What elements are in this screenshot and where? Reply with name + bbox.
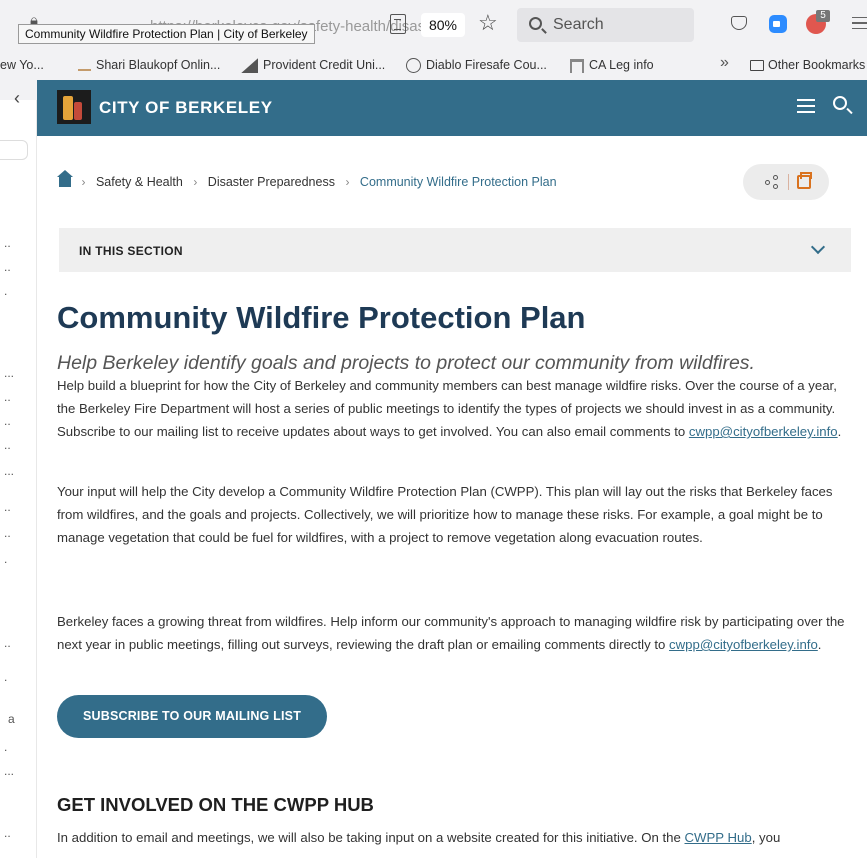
berkeley-logo-icon[interactable] — [57, 90, 91, 124]
browser-menu-icon[interactable] — [852, 17, 867, 29]
adjacent-window-strip: ‹ .. .. . ... .. .. .. ... .. .. . .. . … — [0, 80, 37, 858]
search-icon — [529, 17, 542, 30]
truncated-text: . — [4, 552, 8, 566]
page-title: Community Wildfire Protection Plan — [57, 300, 586, 335]
truncated-text: .. — [4, 500, 11, 514]
page-content: › Safety & Health › Disaster Preparednes… — [37, 136, 867, 858]
back-chevron-icon[interactable]: ‹ — [14, 88, 20, 109]
bookmarks-overflow-button[interactable]: » — [720, 54, 729, 72]
site-icon — [241, 58, 258, 74]
section-label: IN THIS SECTION — [79, 244, 183, 258]
bookmark-item[interactable]: CA Leg info — [570, 58, 654, 73]
globe-icon — [406, 58, 421, 74]
site-header: CITY OF BERKELEY — [37, 80, 867, 136]
truncated-text: .. — [4, 414, 11, 428]
truncated-text: ... — [4, 366, 15, 380]
truncated-text: .. — [4, 526, 11, 540]
folder-icon — [750, 60, 764, 72]
truncated-text: .. — [4, 236, 11, 250]
extension-badge: 5 — [816, 10, 830, 22]
chevron-down-icon — [810, 239, 826, 255]
intro-paragraph: Help build a blueprint for how the City … — [57, 378, 842, 439]
pocket-icon[interactable] — [731, 16, 747, 30]
bookmark-item[interactable]: Provident Credit Uni... — [241, 58, 385, 74]
breadcrumb-disaster-preparedness[interactable]: Disaster Preparedness — [208, 175, 335, 189]
breadcrumb-current: Community Wildfire Protection Plan — [359, 175, 557, 189]
share-icon[interactable] — [765, 175, 779, 189]
truncated-text: .. — [4, 636, 11, 650]
truncated-text: .. — [4, 826, 11, 840]
truncated-text: .. — [4, 390, 11, 404]
bookmarks-bar: ew Yo... Shari Blaukopf Onlin... Provide… — [0, 50, 867, 80]
page-subtitle: Help Berkeley identify goals and project… — [57, 352, 755, 374]
hamburger-menu-icon[interactable] — [797, 99, 815, 113]
breadcrumb-safety-health[interactable]: Safety & Health — [96, 175, 183, 189]
truncated-text: .. — [4, 438, 11, 452]
building-icon — [570, 58, 584, 73]
other-bookmarks-folder[interactable]: Other Bookmarks — [750, 58, 865, 72]
cwpp-hub-link[interactable]: CWPP Hub — [685, 830, 752, 845]
share-print-group — [743, 164, 829, 200]
bookmark-star-icon[interactable]: ☆ — [478, 10, 498, 36]
in-this-section-toggle[interactable]: IN THIS SECTION — [59, 228, 851, 272]
subscribe-button[interactable]: SUBSCRIBE TO OUR MAILING LIST — [57, 695, 327, 738]
truncated-text: a — [8, 712, 15, 726]
email-link[interactable]: cwpp@cityofberkeley.info — [669, 637, 818, 652]
bookmark-item[interactable]: Shari Blaukopf Onlin... — [78, 58, 220, 72]
truncated-text: . — [4, 284, 8, 298]
browser-search-input[interactable]: Search — [517, 8, 694, 42]
print-icon[interactable] — [797, 172, 812, 189]
site-icon — [78, 61, 91, 71]
chevron-right-icon: › — [345, 175, 350, 189]
bookmark-item[interactable]: Diablo Firesafe Cou... — [406, 58, 547, 74]
tab-tooltip: Community Wildfire Protection Plan | Cit… — [18, 24, 315, 44]
truncated-text: .. — [4, 260, 11, 274]
hub-heading: GET INVOLVED ON THE CWPP HUB — [57, 794, 374, 815]
bookmark-item[interactable]: ew Yo... — [0, 58, 44, 72]
hub-paragraph: In addition to email and meetings, we wi… — [57, 830, 781, 845]
site-name[interactable]: CITY OF BERKELEY — [99, 98, 273, 118]
home-icon[interactable] — [57, 170, 73, 187]
zoom-extension-icon[interactable] — [769, 15, 787, 33]
chevron-right-icon: › — [193, 175, 198, 189]
truncated-text: . — [4, 670, 8, 684]
truncated-text: ... — [4, 464, 15, 478]
truncated-text: ... — [4, 764, 15, 778]
site-search-icon[interactable] — [833, 96, 847, 110]
email-link[interactable]: cwpp@cityofberkeley.info — [689, 424, 838, 439]
threat-paragraph: Berkeley faces a growing threat from wil… — [57, 614, 845, 652]
reader-view-icon[interactable] — [390, 14, 406, 34]
breadcrumb: › Safety & Health › Disaster Preparednes… — [57, 170, 557, 189]
truncated-text: . — [4, 740, 8, 754]
search-placeholder: Search — [553, 16, 604, 33]
browser-toolbar: 🔒︎ https://berkeleyca.gov/safety-health/… — [0, 0, 867, 50]
cwpp-paragraph: Your input will help the City develop a … — [57, 484, 833, 545]
zoom-level-button[interactable]: 80% — [421, 13, 465, 37]
chevron-right-icon: › — [81, 175, 86, 189]
adjacent-input-edge — [0, 140, 28, 160]
